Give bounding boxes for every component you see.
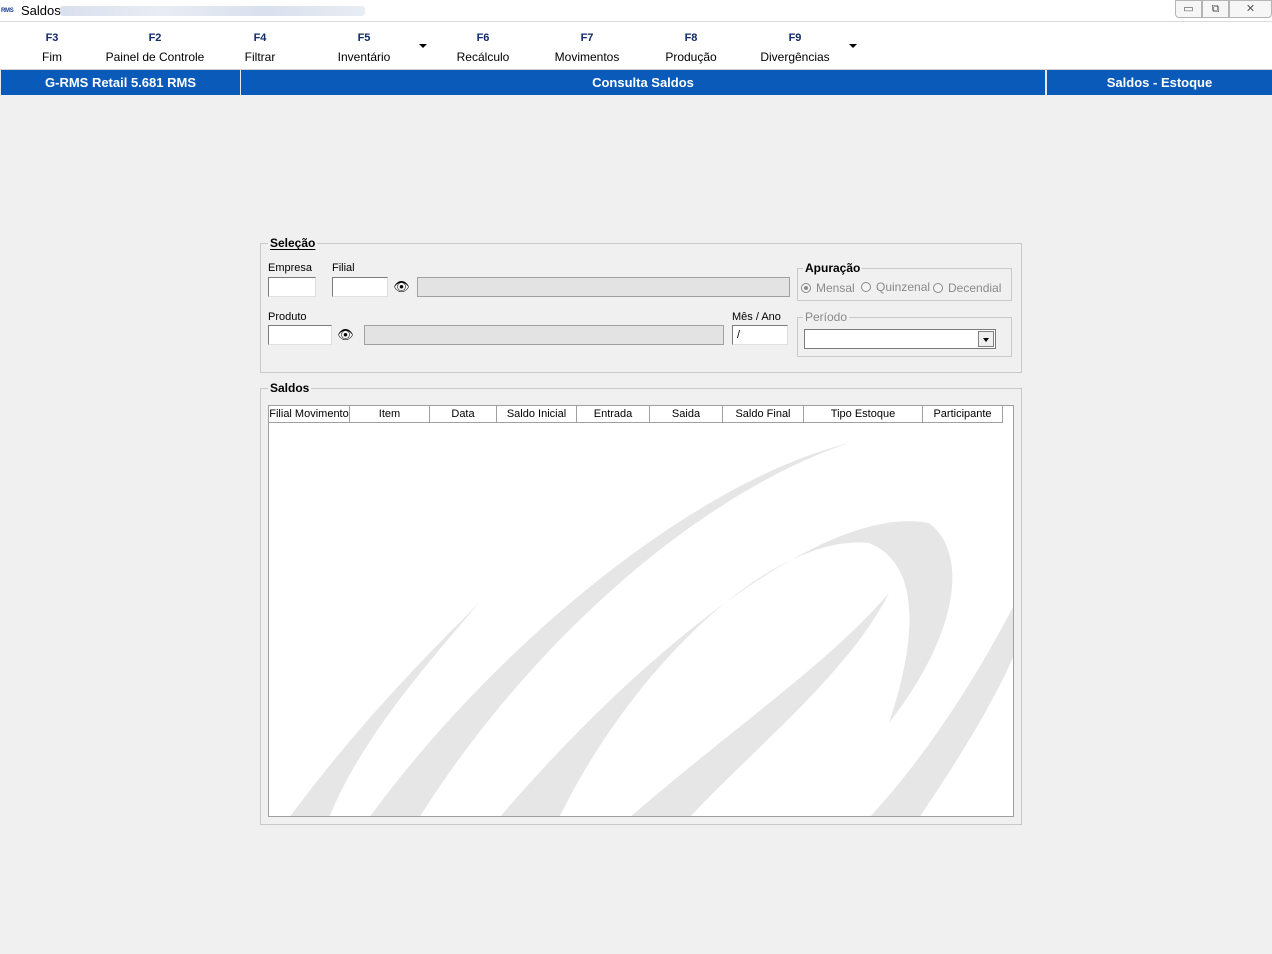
- column-header-filial-movimento[interactable]: Filial Movimento: [269, 406, 350, 423]
- fkey-label: Fim: [42, 50, 62, 64]
- function-key-toolbar: F3 Fim F2 Painel de Controle F4 Filtrar …: [0, 22, 1272, 70]
- fkey-divergencias[interactable]: F9 Divergências: [753, 32, 837, 64]
- rms-watermark-swoosh: [290, 443, 1013, 816]
- fkey-label: Filtrar: [244, 50, 276, 64]
- chevron-down-icon[interactable]: [978, 331, 994, 347]
- fkey-inventario[interactable]: F5 Inventário: [326, 32, 402, 64]
- minimize-button[interactable]: ▭: [1175, 0, 1202, 18]
- fkey-code: F9: [788, 32, 802, 44]
- fkey-code: F2: [148, 32, 162, 44]
- radio-unselected-icon: [933, 283, 943, 293]
- column-header-participante[interactable]: Participante: [923, 406, 1003, 423]
- saldos-table[interactable]: Filial Movimento Item Data Saldo Inicial…: [268, 405, 1014, 817]
- app-version: G-RMS Retail 5.681 RMS: [0, 70, 241, 95]
- fkey-filtrar[interactable]: F4 Filtrar: [230, 32, 290, 64]
- table-header: Filial Movimento Item Data Saldo Inicial…: [269, 406, 1003, 423]
- module-title: Saldos - Estoque: [1046, 70, 1272, 95]
- blurred-title-text: [60, 6, 365, 16]
- radio-decendial[interactable]: Decendial: [933, 281, 1001, 295]
- produto-search-binoculars-icon[interactable]: 👁︎: [335, 325, 356, 346]
- fkey-label: Painel de Controle: [105, 50, 205, 64]
- divergencias-dropdown-arrow-icon[interactable]: [849, 44, 857, 48]
- column-header-tipo-estoque[interactable]: Tipo Estoque: [804, 406, 923, 423]
- fkey-label: Inventário: [337, 50, 391, 64]
- produto-input[interactable]: [268, 325, 332, 345]
- radio-quinzenal-label: Quinzenal: [876, 280, 931, 294]
- periodo-legend: Período: [803, 310, 850, 324]
- column-header-saida[interactable]: Saida: [650, 406, 723, 423]
- fkey-label: Movimentos: [554, 50, 620, 64]
- filial-description-field: [417, 277, 790, 297]
- column-header-saldo-inicial[interactable]: Saldo Inicial: [497, 406, 577, 423]
- radio-mensal-label: Mensal: [816, 281, 855, 295]
- mes-ano-input[interactable]: [732, 325, 788, 345]
- close-icon: ✕: [1245, 3, 1256, 15]
- selecao-legend: Seleção: [268, 236, 318, 250]
- fkey-code: F3: [45, 32, 59, 44]
- restore-icon: ⧉: [1211, 3, 1220, 15]
- title-bar: RMS Saldos ▭ ⧉ ✕: [0, 0, 1272, 22]
- apuracao-legend: Apuração: [803, 261, 863, 275]
- column-header-item[interactable]: Item: [350, 406, 430, 423]
- fkey-recalculo[interactable]: F6 Recálculo: [448, 32, 518, 64]
- radio-selected-icon: [801, 283, 811, 293]
- radio-quinzenal[interactable]: Quinzenal: [861, 280, 930, 294]
- window-title: Saldos: [21, 3, 61, 18]
- restore-button[interactable]: ⧉: [1202, 0, 1229, 18]
- fkey-code: F5: [357, 32, 371, 44]
- empresa-label: Empresa: [268, 262, 313, 274]
- produto-description-field: [364, 325, 724, 345]
- fkey-label: Recálculo: [456, 50, 510, 64]
- fkey-painel-de-controle[interactable]: F2 Painel de Controle: [100, 32, 210, 64]
- fkey-producao[interactable]: F8 Produção: [656, 32, 726, 64]
- filial-input[interactable]: [332, 277, 388, 297]
- screen-title: Consulta Saldos: [241, 70, 1046, 95]
- fkey-label: Divergências: [760, 50, 830, 64]
- radio-decendial-label: Decendial: [948, 281, 1002, 295]
- produto-label: Produto: [268, 311, 307, 323]
- empresa-input[interactable]: [268, 277, 316, 297]
- radio-mensal[interactable]: Mensal: [801, 281, 855, 295]
- column-header-saldo-final[interactable]: Saldo Final: [723, 406, 804, 423]
- minimize-icon: ▭: [1183, 3, 1194, 15]
- inventario-dropdown-arrow-icon[interactable]: [419, 44, 427, 48]
- fkey-label: Produção: [665, 50, 717, 64]
- radio-unselected-icon: [861, 282, 871, 292]
- rms-logo-icon: RMS: [1, 8, 14, 14]
- header-band: G-RMS Retail 5.681 RMS Consulta Saldos S…: [0, 70, 1272, 95]
- periodo-select[interactable]: [804, 329, 996, 349]
- fkey-fim[interactable]: F3 Fim: [22, 32, 82, 64]
- filial-search-binoculars-icon[interactable]: 👁︎: [391, 277, 412, 298]
- fkey-code: F7: [580, 32, 594, 44]
- mes-ano-label: Mês / Ano: [732, 311, 781, 323]
- fkey-code: F8: [684, 32, 698, 44]
- column-header-entrada[interactable]: Entrada: [577, 406, 650, 423]
- fkey-code: F6: [476, 32, 490, 44]
- close-button[interactable]: ✕: [1229, 0, 1272, 18]
- fkey-code: F4: [253, 32, 267, 44]
- filial-label: Filial: [332, 262, 355, 274]
- saldos-legend: Saldos: [268, 381, 312, 395]
- fkey-movimentos[interactable]: F7 Movimentos: [546, 32, 628, 64]
- column-header-data[interactable]: Data: [430, 406, 497, 423]
